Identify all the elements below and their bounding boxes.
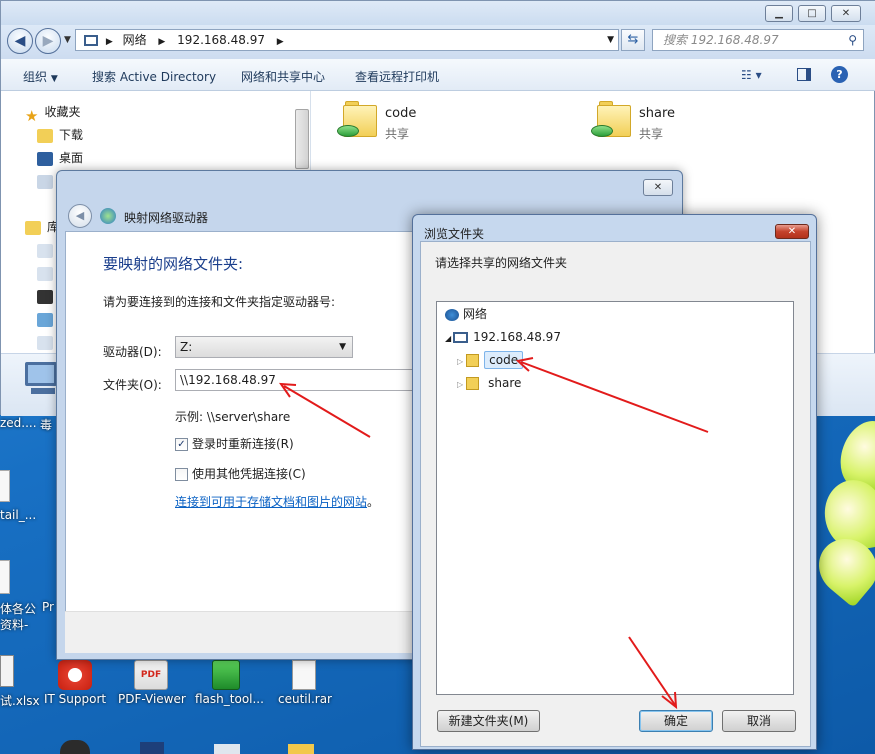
arrow-folder-input: [278, 382, 371, 438]
arrow-tree-code: [515, 357, 709, 433]
annotation-arrows: [278, 357, 709, 710]
arrow-ok-button: [628, 636, 678, 710]
